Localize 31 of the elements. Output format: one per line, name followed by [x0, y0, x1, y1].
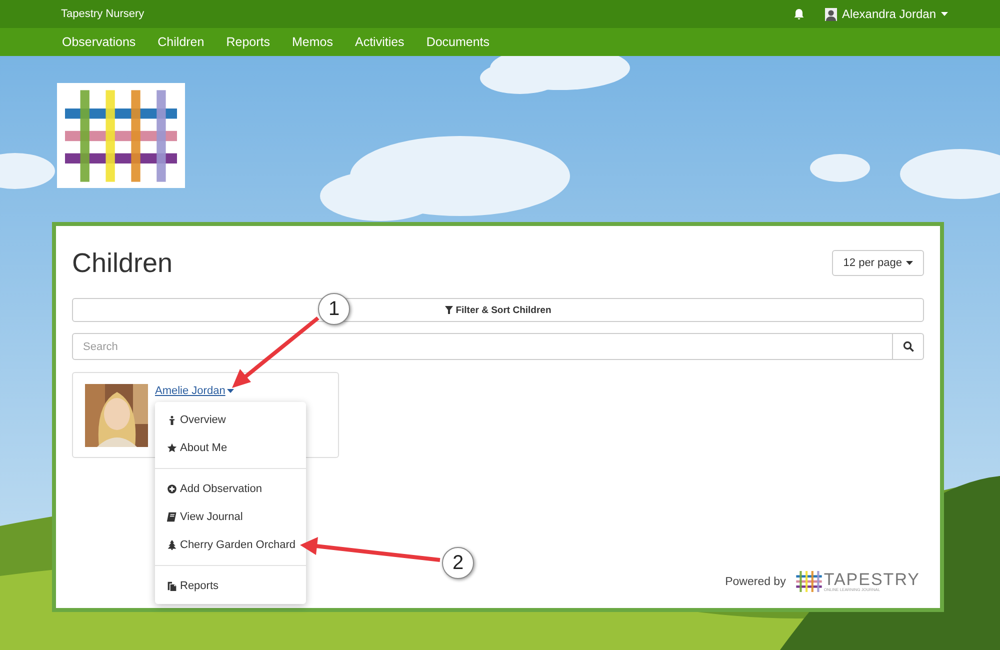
menu-item[interactable]: View Journal: [155, 503, 306, 531]
brand-name: TAPESTRY: [824, 571, 920, 588]
person-icon: [167, 415, 177, 425]
per-page-dropdown[interactable]: 12 per page: [832, 250, 924, 276]
menu-item[interactable]: Add Observation: [155, 475, 306, 503]
tree-icon: [167, 540, 177, 550]
cloud: [0, 153, 55, 189]
cloud: [810, 154, 870, 182]
caret-icon[interactable]: [941, 12, 948, 16]
book-icon: [167, 512, 177, 522]
child-name-link[interactable]: Amelie Jordan: [155, 385, 234, 397]
menu-item[interactable]: Overview: [155, 406, 306, 434]
tapestry-logo-icon: [796, 571, 822, 592]
menu-item[interactable]: Cherry Garden Orchard: [155, 531, 306, 559]
bell-icon[interactable]: [792, 8, 805, 20]
user-menu[interactable]: Alexandra Jordan: [842, 7, 936, 21]
site-title: Tapestry Nursery: [61, 8, 146, 20]
caret-icon: [227, 389, 234, 393]
plus-circle-icon: [167, 484, 177, 494]
star-icon: [167, 443, 177, 453]
search-icon: [902, 341, 914, 352]
menu-item[interactable]: About Me: [155, 434, 306, 462]
documents-icon: [167, 581, 177, 591]
caret-icon: [906, 261, 913, 265]
search-button[interactable]: [893, 333, 924, 360]
page-title: Children: [72, 248, 173, 278]
filter-icon: [444, 306, 453, 314]
powered-by-text: Powered by: [725, 576, 786, 588]
search-field[interactable]: Search: [72, 333, 893, 360]
menu-item[interactable]: Reports: [155, 572, 306, 600]
user-avatar-icon: [824, 8, 837, 20]
